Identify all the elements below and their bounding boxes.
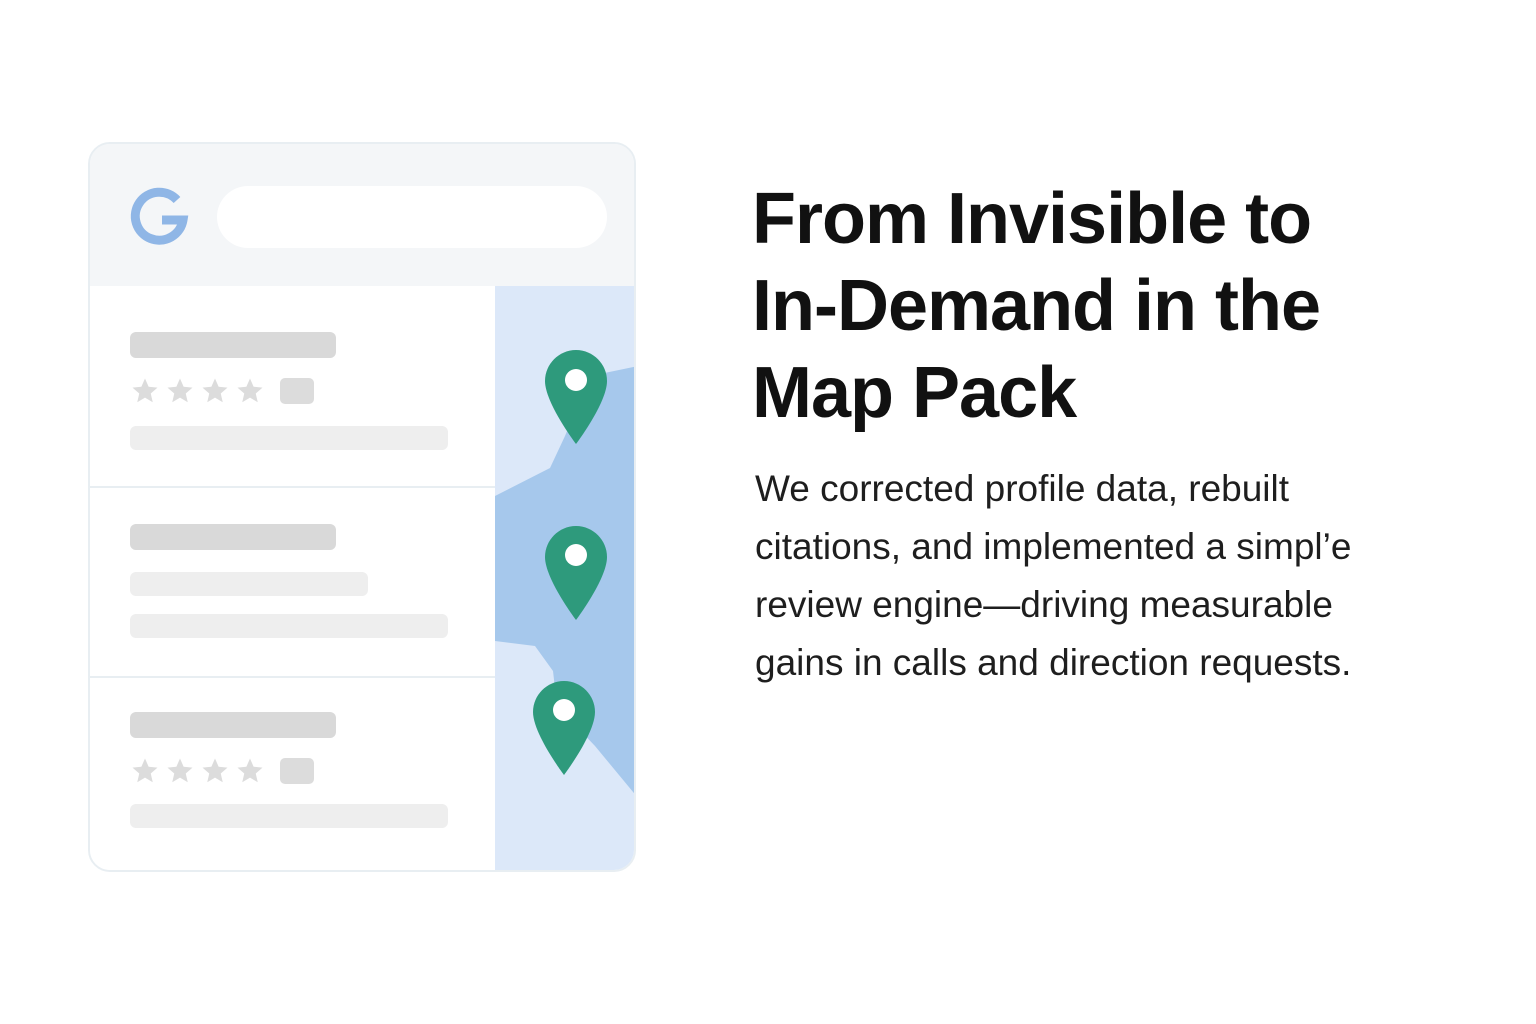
map-panel[interactable] xyxy=(495,286,634,870)
result-subtitle-placeholder xyxy=(130,572,368,596)
result-title-placeholder xyxy=(130,712,336,738)
body-line: citations, and implemented a simpl’e xyxy=(755,526,1352,567)
star-icon xyxy=(235,376,265,406)
headline: From Invisible to In-Demand in the Map P… xyxy=(752,176,1472,437)
headline-line: In-Demand in the xyxy=(752,266,1321,346)
star-icon xyxy=(130,376,160,406)
search-results-card xyxy=(88,142,636,872)
result-detail-placeholder xyxy=(130,614,448,638)
body-line: gains in calls and direction requests. xyxy=(755,642,1352,683)
star-icon xyxy=(200,376,230,406)
star-icon xyxy=(165,376,195,406)
result-title-placeholder xyxy=(130,332,336,358)
rating-stars xyxy=(130,376,314,406)
result-item[interactable] xyxy=(90,678,495,870)
star-icon xyxy=(235,756,265,786)
google-g-icon[interactable] xyxy=(128,184,192,248)
rating-count-badge xyxy=(280,378,314,404)
body-line: We corrected profile data, rebuilt xyxy=(755,468,1290,509)
search-header xyxy=(90,144,634,286)
headline-line: Map Pack xyxy=(752,353,1077,433)
body-paragraph: We corrected profile data, rebuilt citat… xyxy=(755,460,1475,692)
result-item[interactable] xyxy=(90,488,495,678)
star-icon xyxy=(200,756,230,786)
search-input[interactable] xyxy=(217,186,607,248)
results-list xyxy=(90,286,495,870)
result-title-placeholder xyxy=(130,524,336,550)
result-detail-placeholder xyxy=(130,804,448,828)
result-detail-placeholder xyxy=(130,426,448,450)
rating-stars xyxy=(130,756,314,786)
headline-line: From Invisible to xyxy=(752,179,1312,259)
star-icon xyxy=(165,756,195,786)
body-line: review engine—driving measurable xyxy=(755,584,1333,625)
star-icon xyxy=(130,756,160,786)
result-item[interactable] xyxy=(90,286,495,488)
rating-count-badge xyxy=(280,758,314,784)
